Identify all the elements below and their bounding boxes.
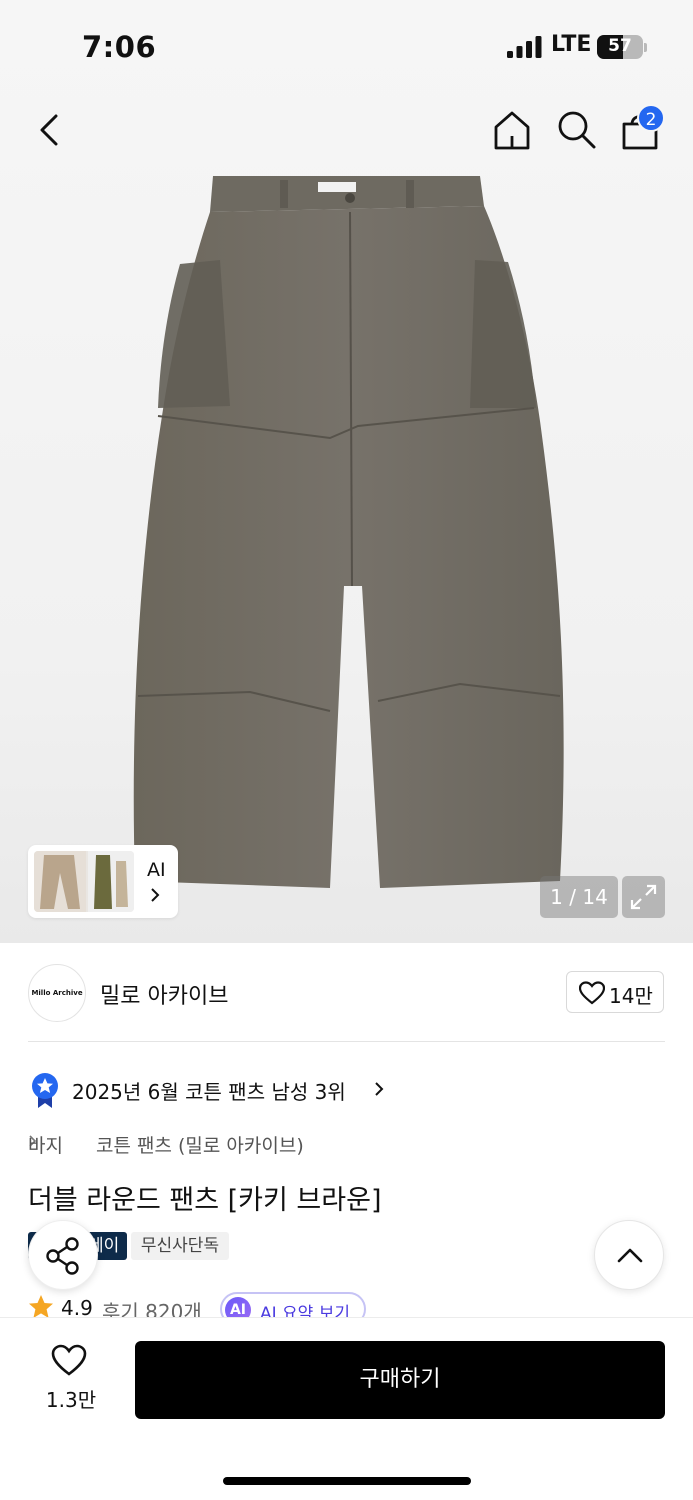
product-title: 더블 라운드 팬츠 [카키 브라운] — [28, 1185, 382, 1216]
status-time: 7:06 — [82, 30, 157, 64]
chevron-right-icon — [375, 1082, 384, 1096]
image-counter: 1 / 14 — [540, 876, 618, 918]
battery-icon: 57 — [597, 35, 643, 59]
search-icon[interactable] — [555, 108, 599, 152]
product-image[interactable] — [130, 176, 570, 891]
scroll-top-button[interactable] — [594, 1220, 664, 1290]
tag-exclusive: 무신사단독 — [131, 1232, 229, 1260]
home-icon[interactable] — [490, 108, 534, 152]
home-indicator — [223, 1477, 471, 1485]
back-button[interactable] — [30, 108, 70, 152]
heart-icon — [579, 981, 605, 1005]
share-button[interactable] — [28, 1220, 98, 1290]
signal-icon — [507, 36, 542, 58]
ranking-text: 2025년 6월 코튼 팬츠 남성 3위 — [72, 1080, 346, 1104]
breadcrumb: 바지 코튼 팬츠 (밀로 아카이브) — [28, 1131, 628, 1157]
similar-thumbnails — [34, 851, 134, 912]
bottom-action-bar: 1.3만 구매하기 — [0, 1317, 693, 1500]
ai-label: AI — [147, 859, 166, 881]
wishlist-button[interactable]: 1.3만 — [35, 1344, 107, 1414]
brand-logo[interactable]: Millo Archive — [28, 964, 86, 1022]
heart-icon — [51, 1344, 87, 1376]
expand-icon[interactable] — [622, 876, 665, 918]
ranking-link[interactable]: 2025년 6월 코튼 팬츠 남성 3위 — [30, 1072, 630, 1108]
status-bar: 7:06 LTE 57 — [0, 26, 693, 66]
buy-button[interactable]: 구매하기 — [135, 1341, 665, 1419]
ai-similar-card[interactable]: AI — [28, 845, 178, 918]
chevron-up-icon — [617, 1248, 643, 1263]
ranking-badge-icon — [32, 1073, 58, 1108]
breadcrumb-item[interactable]: 바지 — [28, 1131, 63, 1158]
wishlist-count: 1.3만 — [45, 1388, 97, 1412]
brand-like-count: 14만 — [609, 984, 653, 1008]
battery-percent: 57 — [608, 36, 632, 56]
brand-name[interactable]: 밀로 아카이브 — [100, 978, 228, 1010]
breadcrumb-item[interactable]: 코튼 팬츠 (밀로 아카이브) — [96, 1131, 304, 1158]
battery-nub — [644, 43, 647, 52]
product-gallery[interactable]: 7:06 LTE 57 2 AI 1 / 14 — [0, 0, 693, 943]
network-type: LTE — [551, 32, 592, 57]
chevron-right-icon — [151, 888, 160, 902]
share-icon — [46, 1237, 79, 1275]
brand-like-button[interactable]: 14만 — [566, 971, 664, 1013]
cart-count-badge: 2 — [637, 104, 665, 132]
divider — [28, 1041, 665, 1042]
